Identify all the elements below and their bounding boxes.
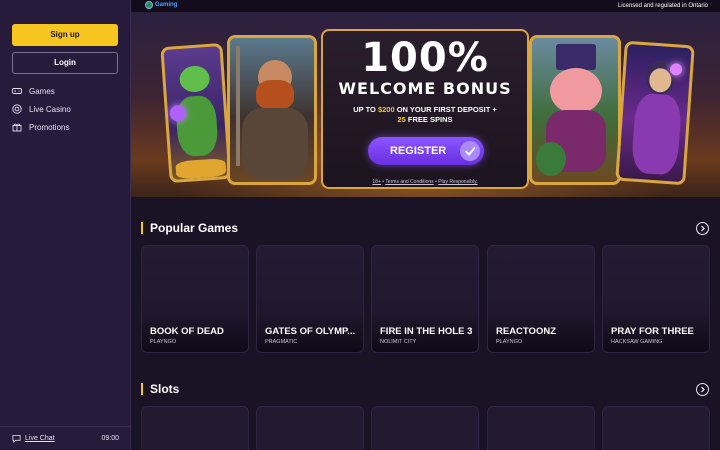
check-icon [460, 141, 480, 161]
terms-link[interactable]: Terms and Conditions [385, 179, 433, 185]
alien-body-shape [174, 94, 219, 158]
register-button[interactable]: REGISTER [368, 137, 484, 165]
terms-line: 18+ • Terms and Conditions • Play Respon… [323, 179, 527, 185]
game-provider: PLAYNGO [150, 339, 177, 345]
sidebar-item-label: Promotions [29, 122, 70, 132]
pig-slot-card [529, 35, 621, 185]
play-responsibly-link[interactable]: Play Responsibly. [438, 179, 477, 185]
viking-slot-card [227, 35, 317, 185]
game-tile[interactable]: REACTOONZ PLAYNGO [487, 245, 595, 353]
detail-prefix: UP TO [353, 105, 378, 114]
site-logo[interactable]: Gaming [145, 1, 177, 9]
game-name: PRAY FOR THREE [611, 326, 694, 337]
section-title-slots: Slots [141, 383, 179, 395]
section-title-popular: Popular Games [141, 222, 238, 234]
game-name: GATES OF OLYMP... [265, 326, 356, 337]
chevron-right-icon [701, 386, 705, 393]
viking-body-shape [242, 108, 308, 180]
live-chat-link[interactable]: Live Chat [12, 434, 55, 443]
detail-spins-count: 25 [397, 115, 406, 124]
top-bar: Gaming Licensed and regulated in Ontario [131, 0, 720, 13]
game-name: FIRE IN THE HOLE 3 [380, 326, 473, 337]
game-tile[interactable]: FIRE IN THE HOLE 3 NOLIMIT CITY [371, 245, 479, 353]
chevron-right-icon [701, 225, 705, 232]
witch-dress-shape [630, 92, 683, 176]
slot-tile[interactable] [141, 406, 249, 450]
viking-beard-shape [256, 80, 294, 110]
logo-mark-icon [145, 1, 153, 9]
detail-amount: $200 [377, 105, 395, 114]
detail-middle: ON YOUR FIRST DEPOSIT + [394, 105, 497, 114]
game-provider: PRAGMATIC [265, 339, 298, 345]
magic-orb-shape [669, 62, 683, 76]
sidebar-footer: Live Chat 09:00 [0, 426, 131, 450]
live-chat-label: Live Chat [25, 435, 55, 442]
game-provider: PLAYNGO [496, 339, 523, 345]
game-name: BOOK OF DEAD [150, 326, 224, 337]
slot-tile[interactable] [371, 406, 479, 450]
game-tile[interactable]: PRAY FOR THREE HACKSAW GAMING [602, 245, 710, 353]
pig-head-shape [550, 68, 602, 114]
bonus-detail: UP TO $200 ON YOUR FIRST DEPOSIT + 25 FR… [323, 105, 527, 125]
sidebar-item-games[interactable]: Games [12, 84, 55, 98]
slot-tile[interactable] [602, 406, 710, 450]
axe-handle-shape [236, 46, 240, 166]
top-hat-shape [556, 44, 596, 70]
popular-next-button[interactable] [696, 222, 709, 235]
welcome-bonus-banner[interactable]: 100% WELCOME BONUS UP TO $200 ON YOUR FI… [131, 13, 720, 197]
license-notice: Licensed and regulated in Ontario [617, 3, 708, 9]
bonus-subheadline: WELCOME BONUS [338, 79, 512, 98]
clock-time: 09:00 [101, 435, 119, 442]
slot-tile[interactable] [256, 406, 364, 450]
sidebar-item-label: Games [29, 86, 55, 96]
sidebar-item-promotions[interactable]: Promotions [12, 120, 69, 134]
slot-tile[interactable] [487, 406, 595, 450]
chip-icon [12, 104, 22, 114]
logo-text: Gaming [155, 2, 178, 8]
age-notice: 18+ [372, 179, 381, 185]
signup-button[interactable]: Sign up [12, 24, 118, 46]
game-tile[interactable]: BOOK OF DEAD PLAYNGO [141, 245, 249, 353]
money-bag-shape [536, 142, 566, 176]
gift-icon [12, 123, 22, 132]
sidebar-item-live-casino[interactable]: Live Casino [12, 102, 71, 116]
slots-next-button[interactable] [696, 383, 709, 396]
sidebar-item-label: Live Casino [29, 104, 71, 114]
game-provider: NOLIMIT CITY [380, 339, 417, 345]
game-name: REACTOONZ [496, 326, 556, 337]
bonus-headline: 100% [361, 35, 489, 81]
login-button[interactable]: Login [12, 52, 118, 74]
bonus-panel: 100% WELCOME BONUS UP TO $200 ON YOUR FI… [321, 29, 529, 189]
gamepad-icon [12, 88, 22, 94]
chat-icon [12, 434, 21, 443]
alien-slot-card [160, 43, 232, 183]
detail-spins: FREE SPINS [405, 115, 453, 124]
game-tile[interactable]: GATES OF OLYMP... PRAGMATIC [256, 245, 364, 353]
register-label: REGISTER [390, 145, 447, 157]
sidebar: Sign up Login Games Live Casino Promotio… [0, 0, 131, 450]
gold-coins-shape [175, 158, 227, 180]
witch-slot-card [615, 40, 695, 186]
alien-head-shape [178, 64, 211, 94]
game-provider: HACKSAW GAMING [611, 339, 663, 345]
